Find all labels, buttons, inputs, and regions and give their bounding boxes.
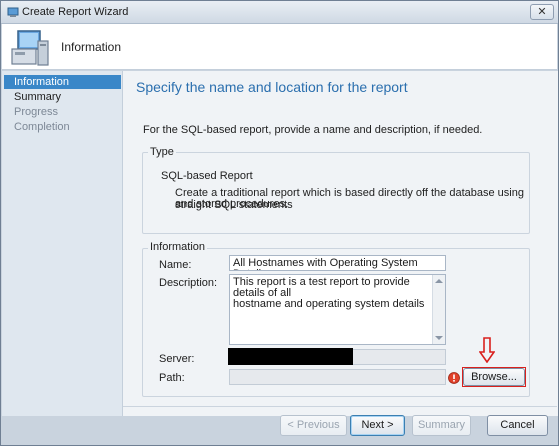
wizard-header: Information: [2, 24, 557, 70]
description-line-1: This report is a test report to provide …: [233, 276, 410, 299]
sql-report-option-title[interactable]: SQL-based Report: [161, 170, 253, 182]
computer-icon: [11, 30, 49, 66]
description-field[interactable]: This report is a test report to provide …: [229, 274, 446, 345]
cancel-button[interactable]: Cancel: [487, 415, 548, 436]
scroll-down-arrow-icon[interactable]: [435, 336, 443, 340]
summary-button[interactable]: Summary: [412, 415, 471, 436]
header-title: Information: [61, 40, 122, 54]
page-heading: Specify the name and location for the re…: [136, 79, 408, 95]
annotation-highlight-box: [462, 367, 526, 387]
scroll-up-arrow-icon[interactable]: [435, 279, 443, 283]
close-button[interactable]: ✕: [530, 4, 554, 20]
window-title: Create Report Wizard: [22, 6, 129, 18]
next-button[interactable]: Next >: [350, 415, 405, 436]
name-field[interactable]: All Hostnames with Operating System Deta…: [229, 255, 446, 271]
step-progress: Progress: [14, 106, 59, 118]
previous-button[interactable]: < Previous: [280, 415, 347, 436]
redacted-server-value: [228, 348, 353, 365]
information-group-legend: Information: [148, 241, 208, 253]
wizard-window: Create Report Wizard ✕ Information Infor…: [0, 0, 559, 446]
path-field: [229, 369, 446, 385]
path-label: Path:: [159, 372, 185, 384]
step-information[interactable]: Information: [4, 75, 121, 89]
sql-report-option-desc-2: and stored procedures.: [175, 198, 289, 210]
description-line-2: hostname and operating system details: [233, 298, 425, 310]
server-label: Server:: [159, 353, 195, 365]
footer-divider: [123, 406, 557, 407]
type-group-legend: Type: [148, 146, 176, 158]
description-label: Description:: [159, 277, 218, 289]
step-summary[interactable]: Summary: [4, 90, 121, 104]
step-completion: Completion: [14, 121, 70, 133]
title-bar: Create Report Wizard ✕: [1, 1, 558, 24]
instruction-text: For the SQL-based report, provide a name…: [143, 124, 483, 136]
description-scrollbar[interactable]: [432, 275, 445, 344]
name-label: Name:: [159, 259, 192, 271]
app-icon: [7, 7, 19, 17]
error-icon: [448, 372, 460, 384]
down-arrow-annotation-icon: [479, 337, 495, 363]
